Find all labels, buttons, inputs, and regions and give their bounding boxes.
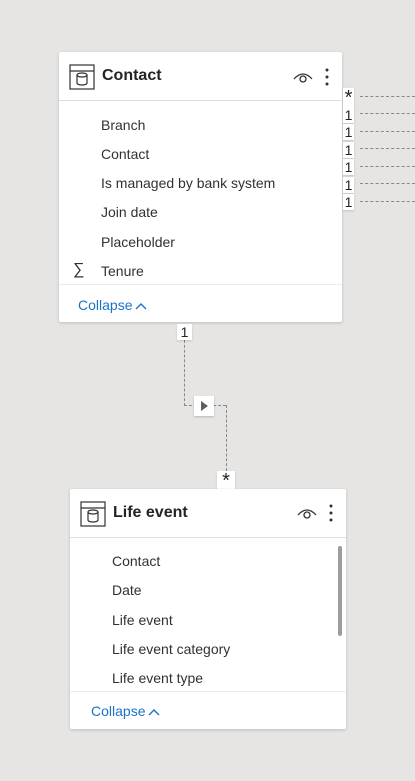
cross-filter-direction[interactable] xyxy=(194,396,214,416)
cardinality-one: 1 xyxy=(343,177,354,193)
chevron-up-icon xyxy=(148,709,160,716)
cardinality-many: * xyxy=(343,87,354,109)
scrollbar[interactable] xyxy=(338,546,342,636)
field-contact[interactable]: Contact xyxy=(112,553,160,569)
contact-table-header[interactable]: Contact xyxy=(59,52,342,101)
relationship-line[interactable] xyxy=(360,96,415,97)
field-branch[interactable]: Branch xyxy=(101,117,145,133)
life-event-table-header[interactable]: Life event xyxy=(70,489,346,538)
field-is-managed-by-bank-system[interactable]: Is managed by bank system xyxy=(101,175,275,191)
relationship-line[interactable] xyxy=(360,166,415,167)
table-title: Contact xyxy=(102,67,162,84)
table-title: Life event xyxy=(113,504,188,521)
collapse-button[interactable]: Collapse xyxy=(78,297,147,313)
cardinality-one: 1 xyxy=(177,324,192,340)
cardinality-one: 1 xyxy=(343,142,354,158)
field-life-event-type[interactable]: Life event type xyxy=(112,670,203,686)
life-event-table-card[interactable]: Life event Contact Date Life event Life … xyxy=(70,489,346,729)
relationship-line[interactable] xyxy=(360,148,415,149)
collapse-button[interactable]: Collapse xyxy=(91,703,160,719)
relationship-line[interactable] xyxy=(360,183,415,184)
sigma-icon: ∑ xyxy=(73,261,85,278)
cardinality-one: 1 xyxy=(343,159,354,175)
triangle-right-icon xyxy=(201,401,208,411)
field-date[interactable]: Date xyxy=(112,582,142,598)
cardinality-one: 1 xyxy=(343,194,354,210)
field-tenure[interactable]: Tenure xyxy=(101,263,144,279)
relationship-line[interactable] xyxy=(360,113,415,114)
field-life-event-category[interactable]: Life event category xyxy=(112,641,230,657)
field-join-date[interactable]: Join date xyxy=(101,204,158,220)
divider xyxy=(70,691,346,692)
cardinality-many: * xyxy=(217,471,235,491)
table-icon xyxy=(69,64,95,90)
relationship-line[interactable] xyxy=(184,340,185,406)
more-options-icon[interactable] xyxy=(328,503,334,523)
divider xyxy=(59,284,342,285)
more-options-icon[interactable] xyxy=(324,67,330,87)
field-life-event[interactable]: Life event xyxy=(112,612,173,628)
relationship-line[interactable] xyxy=(360,201,415,202)
collapse-label: Collapse xyxy=(91,703,146,719)
collapse-label: Collapse xyxy=(78,297,133,313)
eye-icon[interactable] xyxy=(292,69,314,85)
relationship-line[interactable] xyxy=(360,131,415,132)
cardinality-one: 1 xyxy=(343,107,354,123)
field-placeholder[interactable]: Placeholder xyxy=(101,234,175,250)
chevron-up-icon xyxy=(135,303,147,310)
field-contact[interactable]: Contact xyxy=(101,146,149,162)
contact-table-card[interactable]: Contact Branch Contact Is managed by ban… xyxy=(59,52,342,322)
table-icon xyxy=(80,501,106,527)
eye-icon[interactable] xyxy=(296,505,318,521)
cardinality-one: 1 xyxy=(343,124,354,140)
relationship-line[interactable] xyxy=(226,405,227,471)
